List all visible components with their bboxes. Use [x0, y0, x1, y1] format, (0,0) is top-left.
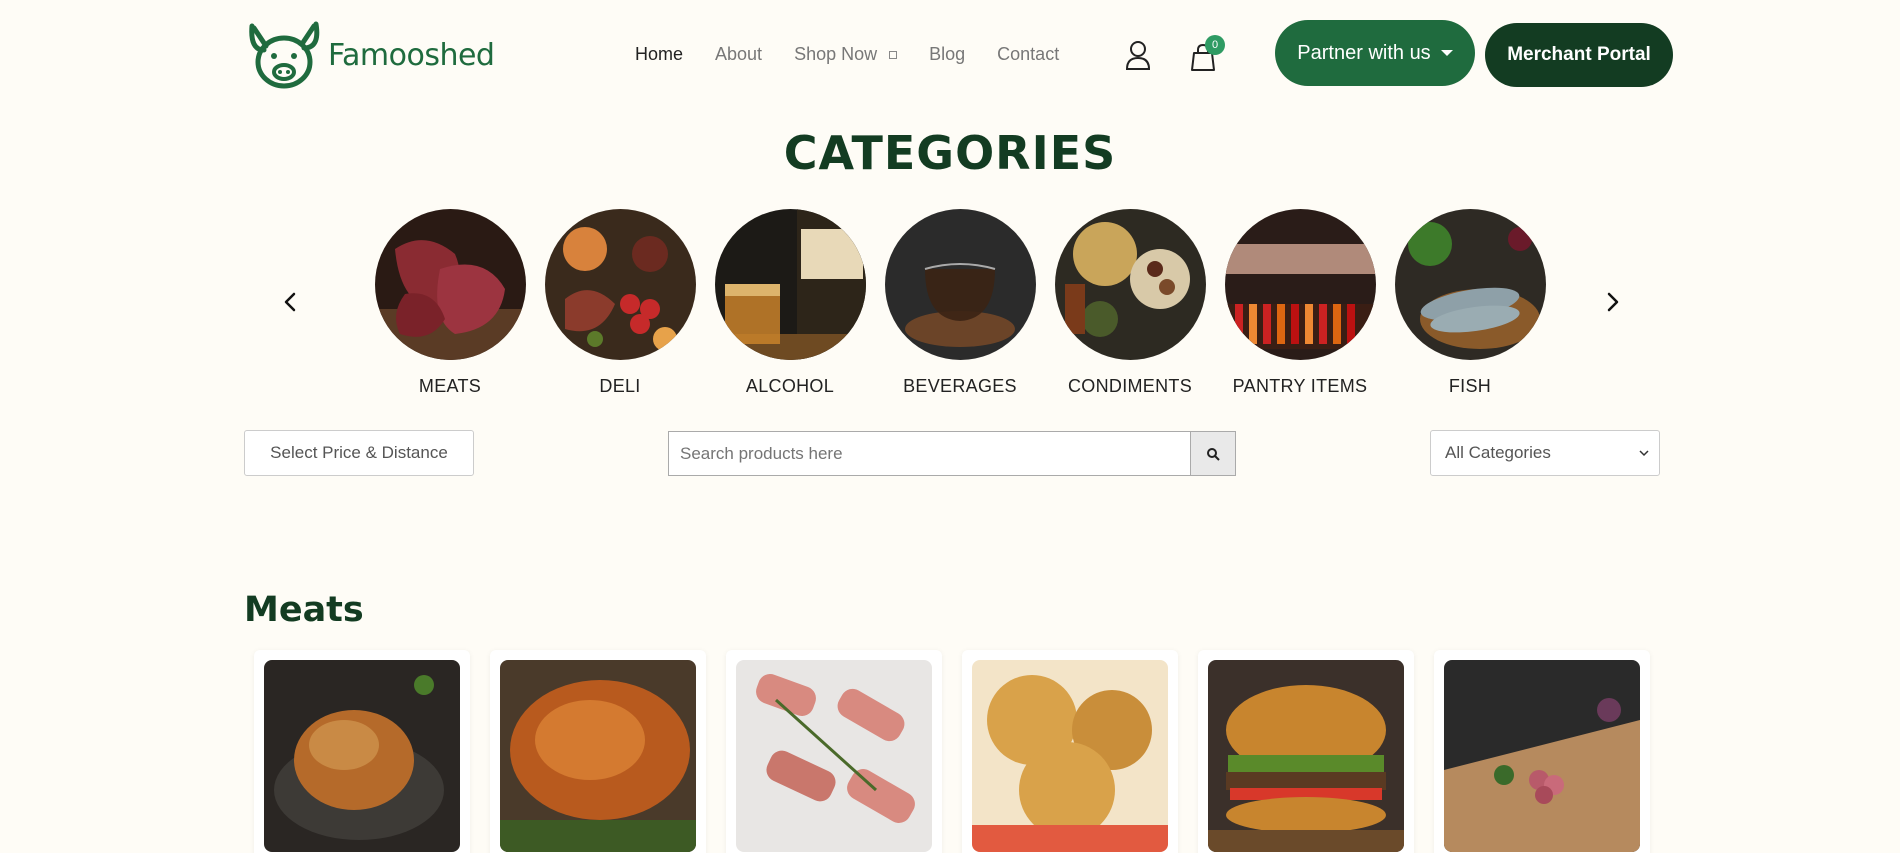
product-card[interactable]: [1434, 650, 1650, 853]
chevron-left-icon[interactable]: [279, 290, 303, 314]
category-label: ALCOHOL: [745, 376, 835, 396]
category-pantry-items[interactable]: PANTRY ITEMS: [1215, 209, 1385, 397]
nav-home[interactable]: Home: [635, 44, 683, 65]
meats-image: [374, 209, 526, 360]
product-card[interactable]: [490, 650, 706, 853]
price-distance-button[interactable]: Select Price & Distance: [244, 430, 474, 476]
product-card[interactable]: [726, 650, 942, 853]
category-label: MEATS: [418, 376, 482, 396]
partner-button-label: Partner with us: [1297, 41, 1431, 64]
beverages-image: [884, 209, 1036, 360]
partner-with-us-button[interactable]: Partner with us: [1275, 20, 1475, 86]
category-label: CONDIMENTS: [1068, 376, 1192, 396]
category-select-value: All Categories: [1445, 443, 1551, 462]
category-fish[interactable]: FISH: [1385, 209, 1555, 397]
search-input[interactable]: [668, 431, 1190, 476]
category-condiments[interactable]: CONDIMENTS: [1045, 209, 1215, 397]
deli-image: [544, 209, 696, 360]
product-card[interactable]: [1198, 650, 1414, 853]
category-alcohol[interactable]: ALCOHOL: [705, 209, 875, 397]
category-select[interactable]: All Categories: [1430, 430, 1660, 476]
category-label: DELI: [599, 376, 641, 396]
nav-shop-now[interactable]: Shop Now: [794, 44, 877, 65]
fish-image: [1394, 209, 1546, 360]
merchant-portal-button[interactable]: Merchant Portal: [1485, 23, 1673, 87]
category-label: PANTRY ITEMS: [1232, 376, 1368, 396]
caret-down-icon: [1440, 50, 1453, 56]
meats-product-list: [254, 650, 1670, 853]
search-bar: [668, 431, 1236, 476]
category-label: FISH: [1448, 376, 1492, 396]
category-carousel: MEATS DELI ALCOHOL BEVERAGES CONDIMENTS …: [365, 209, 1555, 397]
alcohol-image: [714, 209, 866, 360]
chevron-right-icon[interactable]: [1600, 290, 1624, 314]
product-image: [500, 660, 696, 852]
category-deli[interactable]: DELI: [535, 209, 705, 397]
main-nav: Home About Shop Now Blog Contact: [635, 44, 1091, 65]
nav-about[interactable]: About: [715, 44, 762, 65]
search-icon: [1207, 447, 1220, 461]
product-image: [1208, 660, 1404, 852]
search-button[interactable]: [1190, 431, 1236, 476]
chevron-down-icon: [1639, 450, 1649, 457]
pig-logo-icon: [249, 21, 320, 89]
user-icon[interactable]: [1125, 40, 1151, 70]
nav-shop-now-group: Shop Now: [794, 44, 898, 65]
condiments-image: [1054, 209, 1206, 360]
meats-section-title: Meats: [244, 590, 364, 630]
product-card[interactable]: [254, 650, 470, 853]
nav-contact[interactable]: Contact: [997, 44, 1059, 65]
product-image: [1444, 660, 1640, 852]
categories-title: CATEGORIES: [783, 126, 1117, 180]
product-card[interactable]: [962, 650, 1178, 853]
category-beverages[interactable]: BEVERAGES: [875, 209, 1045, 397]
product-image: [264, 660, 460, 852]
category-meats[interactable]: MEATS: [365, 209, 535, 397]
brand-name: Famooshed: [328, 37, 495, 73]
brand-logo[interactable]: Famooshed: [244, 20, 495, 90]
pantry-items-image: [1224, 209, 1376, 360]
nav-blog[interactable]: Blog: [929, 44, 965, 65]
product-image: [972, 660, 1168, 852]
cart-count-badge: 0: [1205, 35, 1225, 55]
category-label: BEVERAGES: [903, 376, 1017, 396]
product-image: [736, 660, 932, 852]
dropdown-toggle-icon[interactable]: [889, 50, 898, 59]
